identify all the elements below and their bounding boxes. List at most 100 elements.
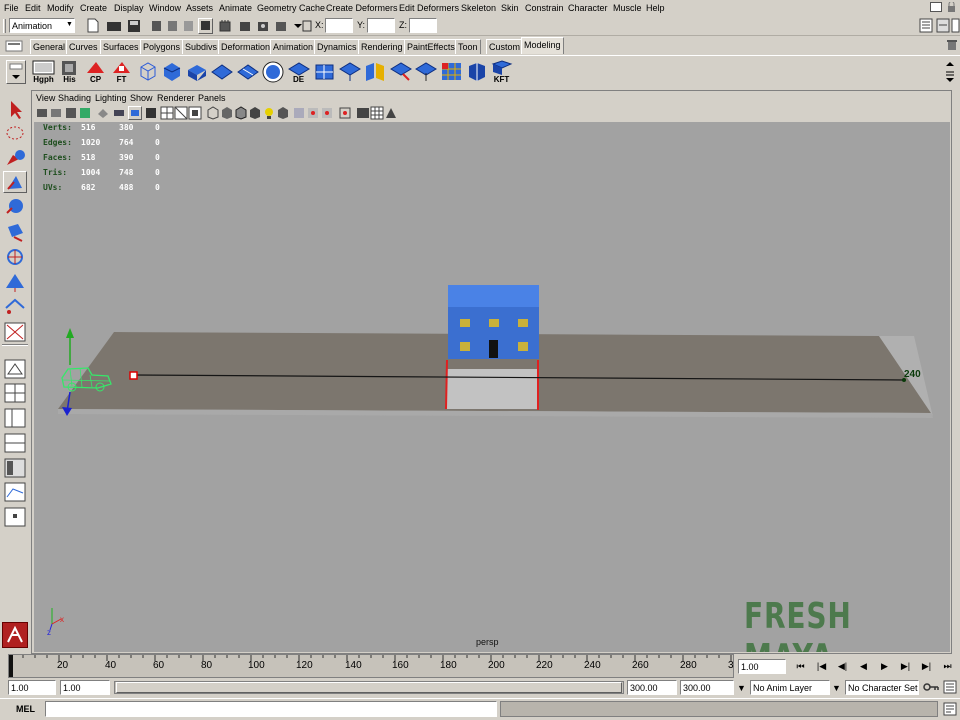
input-line-icon[interactable] (292, 19, 312, 33)
new-scene-icon[interactable] (86, 18, 100, 33)
tab-modeling[interactable]: Modeling (521, 37, 564, 54)
current-time-marker[interactable] (9, 655, 13, 677)
bookmark-icon[interactable] (64, 106, 78, 120)
select-component-icon[interactable] (182, 19, 195, 33)
ipr-render-icon[interactable] (256, 19, 270, 33)
hypergraph-icon[interactable]: Hgph (32, 60, 55, 84)
menu-create-deformers[interactable]: Create Deformers (326, 3, 398, 13)
image-plane-icon[interactable] (78, 106, 92, 120)
grid-toggle-icon[interactable] (370, 106, 384, 120)
command-input[interactable] (45, 701, 497, 717)
menu-constrain[interactable]: Constrain (525, 3, 564, 13)
tab-deformation[interactable]: Deformation (218, 39, 274, 54)
isolate-select-icon[interactable] (338, 106, 352, 120)
last-tool-icon[interactable] (3, 321, 27, 343)
panel-menu-shading[interactable]: Shading (58, 93, 91, 103)
tab-polygons[interactable]: Polygons (140, 39, 184, 54)
end-frame-field[interactable]: 300.00 (680, 680, 734, 695)
range-slider-track[interactable] (114, 681, 624, 694)
xray-joints-icon[interactable] (306, 106, 320, 120)
layout-single-icon[interactable] (3, 358, 27, 380)
menu-modify[interactable]: Modify (47, 3, 74, 13)
anim-layer-dropdown[interactable]: No Anim Layer (750, 680, 830, 695)
tab-subdivs[interactable]: Subdivs (182, 39, 221, 54)
smooth-icon[interactable] (261, 60, 284, 83)
shelf-menu-icon[interactable] (5, 40, 23, 52)
film-gate-icon[interactable] (128, 106, 142, 120)
camera-attributes-icon[interactable] (50, 106, 64, 120)
step-back-frame-icon[interactable]: |◀ (813, 659, 830, 675)
combine-icon[interactable] (338, 60, 361, 83)
select-camera-icon[interactable] (384, 106, 398, 120)
tab-toon[interactable]: Toon (455, 39, 481, 54)
save-scene-icon[interactable] (127, 19, 141, 33)
viewport-3d[interactable]: Verts: 516 380 0 Edges: 1020 764 0 Faces… (34, 122, 950, 652)
subdivide-icon[interactable] (440, 60, 463, 83)
menu-edit-deformers[interactable]: Edit Deformers (399, 3, 459, 13)
menu-edit[interactable]: Edit (25, 3, 41, 13)
render-icon[interactable] (238, 19, 252, 33)
merge-vertices-icon[interactable] (389, 60, 412, 83)
step-forward-frame-icon[interactable]: ▶| (918, 659, 935, 675)
menu-help[interactable]: Help (646, 3, 665, 13)
select-tool-icon[interactable] (3, 99, 27, 121)
hud-toggle-icon[interactable] (356, 106, 370, 120)
panel-menu-renderer[interactable]: Renderer (157, 93, 195, 103)
y-field[interactable] (367, 18, 395, 33)
character-set-dropdown[interactable]: No Character Set (845, 680, 919, 695)
layout-four-icon[interactable] (3, 382, 27, 404)
z-field[interactable] (409, 18, 437, 33)
universal-manipulator-icon[interactable] (3, 246, 27, 268)
tab-rendering[interactable]: Rendering (358, 39, 406, 54)
tab-curves[interactable]: Curves (66, 39, 101, 54)
poly-cube-icon[interactable] (160, 60, 183, 83)
wireframe-icon[interactable] (206, 106, 220, 120)
append-polygon-icon[interactable] (313, 60, 336, 83)
x-field[interactable] (325, 18, 353, 33)
chevron-down-icon[interactable]: ▼ (832, 683, 841, 693)
attribute-editor-icon[interactable] (919, 18, 933, 33)
menu-animate[interactable]: Animate (219, 3, 252, 13)
delete-edge-icon[interactable]: DE (287, 60, 310, 84)
use-all-lights-icon[interactable] (262, 106, 276, 120)
menu-skeleton[interactable]: Skeleton (461, 3, 496, 13)
xray-icon[interactable] (292, 106, 306, 120)
range-slider-handle[interactable] (116, 682, 622, 693)
tab-general[interactable]: General (30, 39, 69, 54)
history-delete-icon[interactable]: His (58, 60, 81, 84)
freeze-transforms-icon[interactable]: FT (110, 60, 133, 84)
scale-tool-icon[interactable] (3, 221, 27, 243)
layout-hypershade-icon[interactable] (3, 457, 27, 479)
channel-box-icon[interactable] (951, 18, 960, 33)
mirror-geometry-icon[interactable] (465, 60, 488, 83)
current-frame-field[interactable]: 1.00 (738, 659, 786, 674)
menu-character[interactable]: Character (568, 3, 608, 13)
time-slider[interactable]: 20 40 60 80 100 120 140 160 180 200 220 … (0, 654, 960, 678)
step-back-key-icon[interactable]: ◀| (834, 659, 851, 675)
layout-persp-outliner-icon[interactable] (3, 407, 27, 429)
menu-geometry-cache[interactable]: Geometry Cache (257, 3, 325, 13)
range-start-field[interactable]: 1.00 (60, 680, 110, 695)
snap-toggle-icon[interactable] (198, 18, 213, 34)
panel-menu-panels[interactable]: Panels (198, 93, 226, 103)
step-forward-key-icon[interactable]: ▶| (897, 659, 914, 675)
smooth-shade-icon[interactable] (220, 106, 234, 120)
layout-menu-icon[interactable] (3, 506, 27, 528)
layout-graph-editor-icon[interactable] (3, 481, 27, 503)
menu-file[interactable]: File (4, 3, 19, 13)
panel-menu-lighting[interactable]: Lighting (95, 93, 127, 103)
go-to-end-icon[interactable]: ⏭ (939, 659, 956, 675)
render-settings-icon[interactable] (274, 19, 288, 33)
open-scene-icon[interactable] (106, 19, 122, 33)
grease-pencil-icon[interactable] (112, 106, 126, 120)
separate-icon[interactable] (363, 60, 386, 83)
mel-label[interactable]: MEL (16, 704, 35, 714)
menu-assets[interactable]: Assets (186, 3, 213, 13)
rotate-tool-icon[interactable] (3, 196, 27, 218)
insert-edge-loop-icon[interactable] (414, 60, 437, 83)
play-backward-icon[interactable]: ◀ (855, 659, 872, 675)
panel-menu-show[interactable]: Show (130, 93, 153, 103)
handle-grip[interactable] (3, 19, 6, 33)
center-pivot-icon[interactable]: CP (84, 60, 107, 84)
shelf-scroll[interactable] (944, 59, 956, 85)
